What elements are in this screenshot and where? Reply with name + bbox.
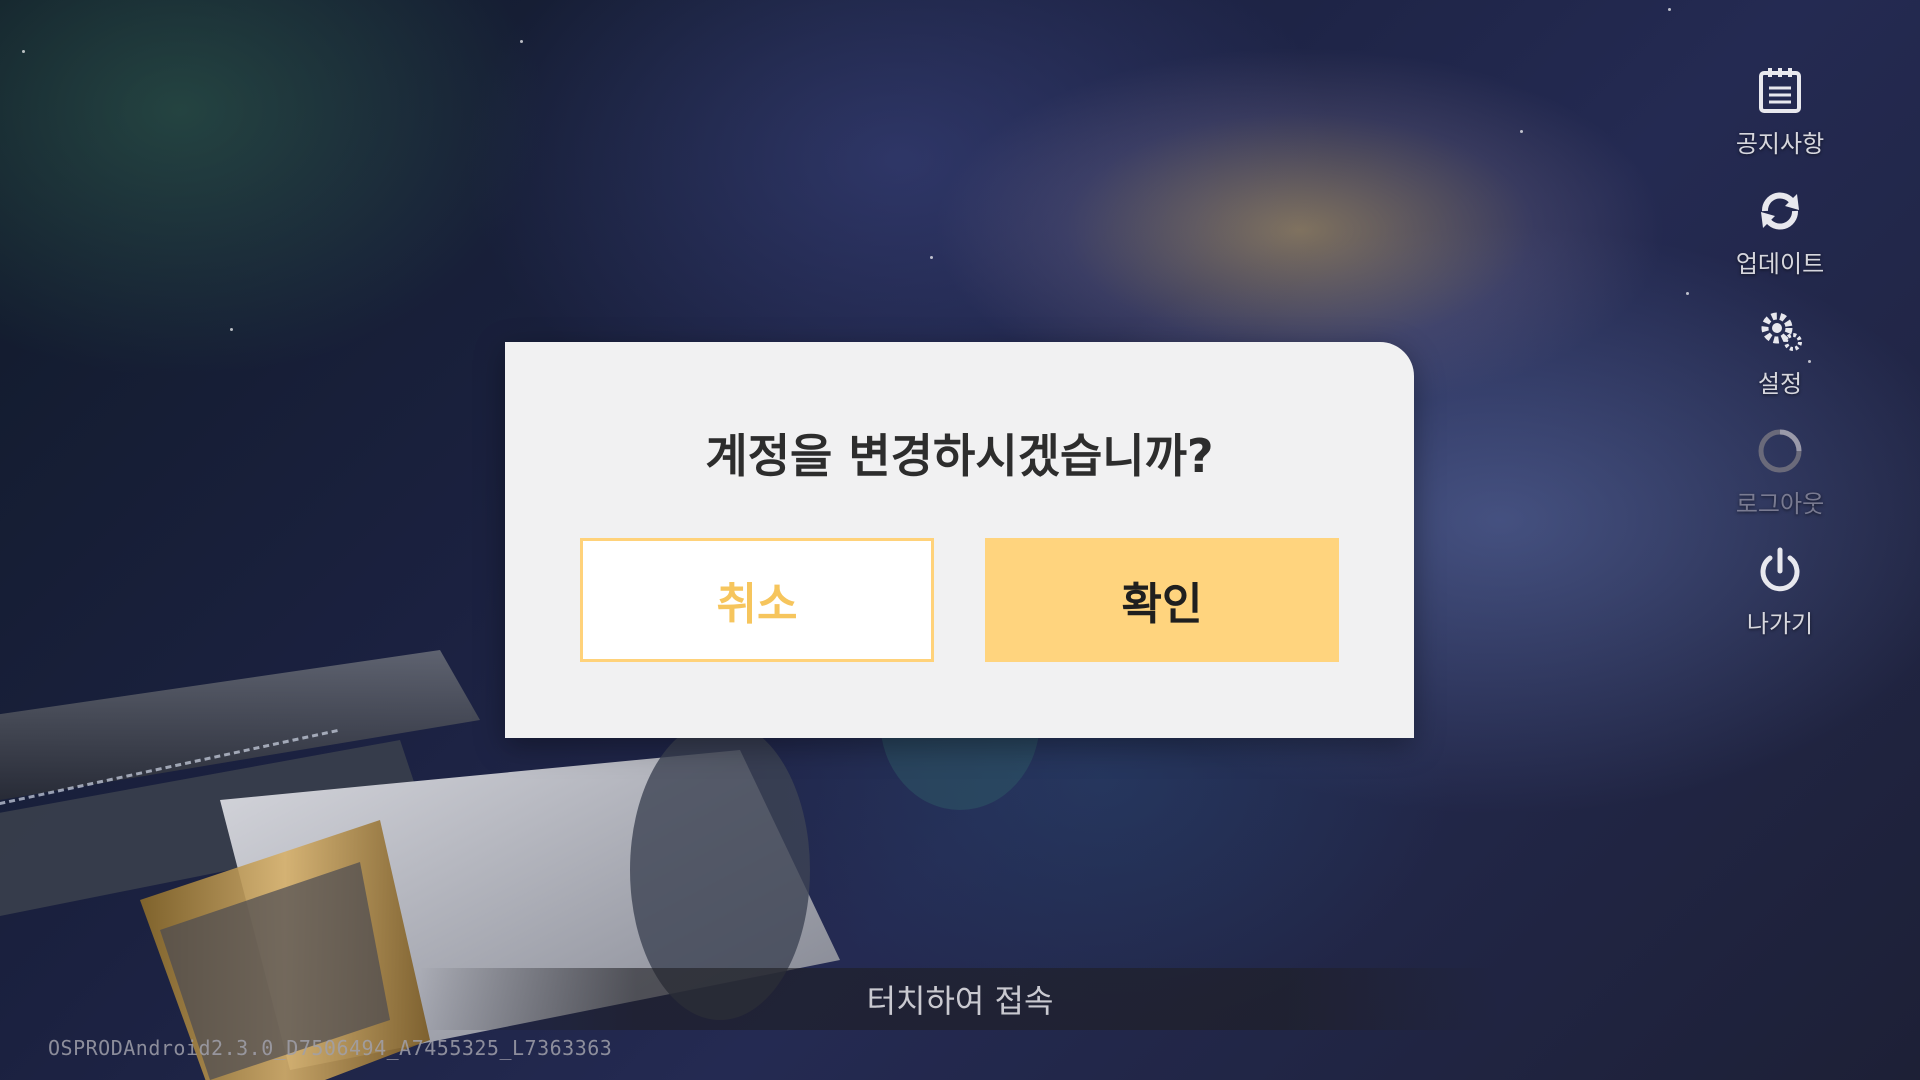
modal-overlay: 계정을 변경하시겠습니까? 취소 확인	[0, 0, 1920, 1080]
cancel-button[interactable]: 취소	[580, 538, 934, 662]
game-login-screen[interactable]: 공지사항 업데이트 설정 로그아웃 나가기 터치하여 접속 OSPRODAndr…	[0, 0, 1920, 1080]
account-change-dialog: 계정을 변경하시겠습니까? 취소 확인	[505, 342, 1414, 738]
confirm-button[interactable]: 확인	[985, 538, 1339, 662]
dialog-title: 계정을 변경하시겠습니까?	[705, 429, 1214, 483]
